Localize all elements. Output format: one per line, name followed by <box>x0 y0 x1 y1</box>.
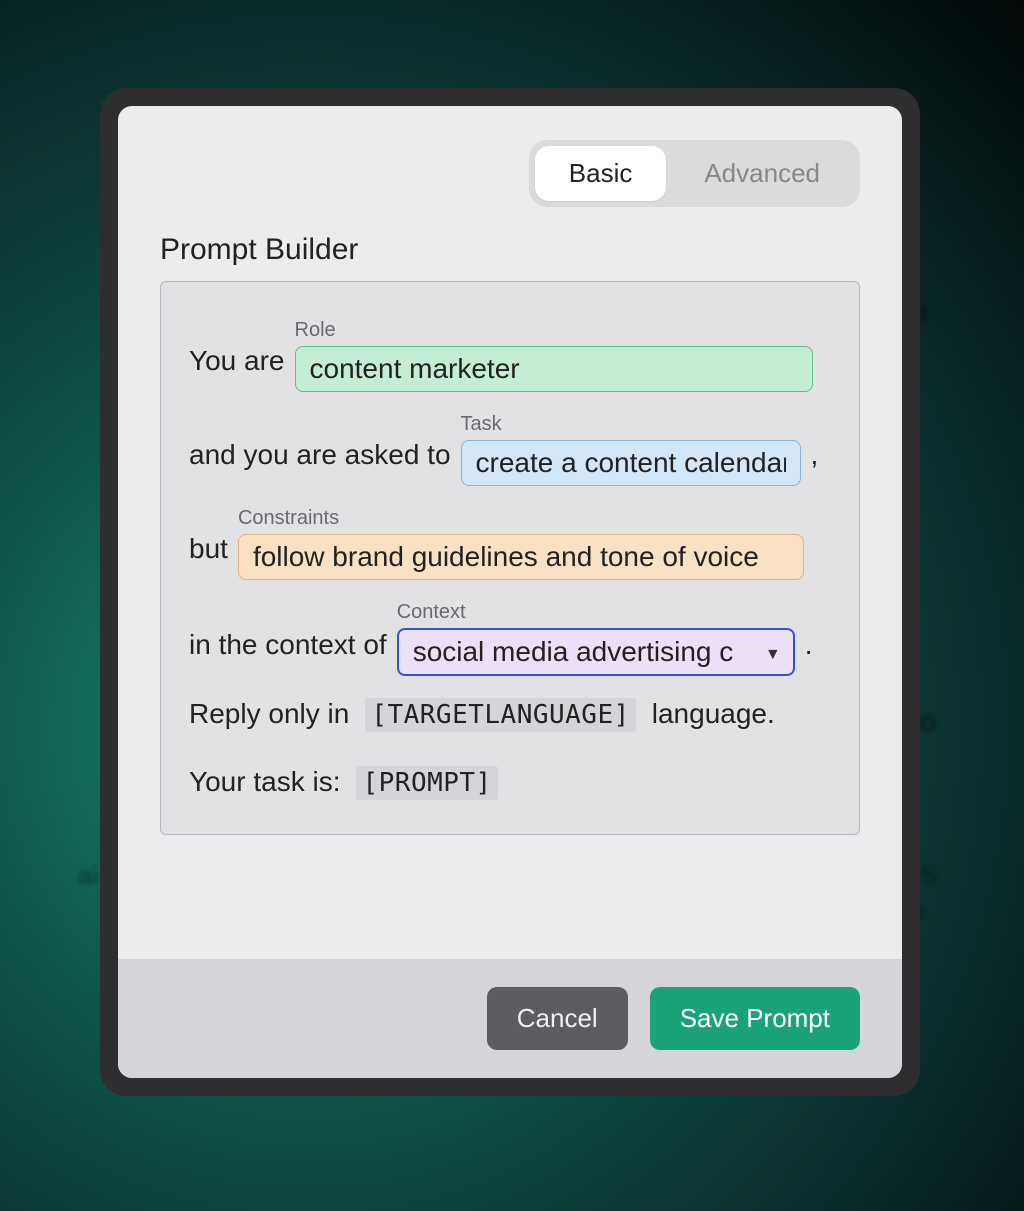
task-field-wrap: Task <box>461 414 801 486</box>
cancel-button[interactable]: Cancel <box>487 987 628 1050</box>
role-label: Role <box>295 320 813 340</box>
task-line: and you are asked to Task , <box>189 414 831 486</box>
target-language-token: [TARGETLANGUAGE] <box>365 698 635 732</box>
builder-panel: You are Role and you are asked to Task <box>160 281 860 835</box>
tab-advanced[interactable]: Advanced <box>670 146 854 201</box>
app-backdrop: M no ai e S op 0 Basic Advanced Prompt B… <box>0 0 1024 1211</box>
constraints-label: Constraints <box>238 508 804 528</box>
task-label: Task <box>461 414 801 434</box>
tab-row: Basic Advanced <box>160 140 860 207</box>
modal-frame: Basic Advanced Prompt Builder You are Ro… <box>100 88 920 1096</box>
constraints-line: but Constraints <box>189 508 831 580</box>
modal-body: Basic Advanced Prompt Builder You are Ro… <box>118 106 902 959</box>
text-but: but <box>189 527 228 580</box>
context-input[interactable] <box>397 628 795 676</box>
text-task-is: Your task is: <box>189 766 340 797</box>
text-reply-suffix: language. <box>652 698 775 729</box>
role-input[interactable] <box>295 346 813 392</box>
text-asked-to: and you are asked to <box>189 433 451 486</box>
role-line: You are Role <box>189 320 831 392</box>
text-in-context: in the context of <box>189 623 387 676</box>
tab-basic[interactable]: Basic <box>535 146 667 201</box>
prompt-token: [PROMPT] <box>356 766 497 800</box>
reply-language-line: Reply only in [TARGETLANGUAGE] language. <box>189 698 831 730</box>
section-title: Prompt Builder <box>160 233 860 267</box>
role-field-wrap: Role <box>295 320 813 392</box>
text-you-are: You are <box>189 339 285 392</box>
save-prompt-button[interactable]: Save Prompt <box>650 987 860 1050</box>
task-is-line: Your task is: [PROMPT] <box>189 766 831 798</box>
tab-group: Basic Advanced <box>529 140 860 207</box>
task-input[interactable] <box>461 440 801 486</box>
modal: Basic Advanced Prompt Builder You are Ro… <box>118 106 902 1078</box>
comma: , <box>811 433 819 486</box>
constraints-input[interactable] <box>238 534 804 580</box>
period: . <box>805 623 813 676</box>
constraints-field-wrap: Constraints <box>238 508 804 580</box>
context-line: in the context of Context ▼ . <box>189 602 831 676</box>
context-field-wrap: Context ▼ <box>397 602 795 676</box>
modal-footer: Cancel Save Prompt <box>118 959 902 1078</box>
context-label: Context <box>397 602 795 622</box>
bg-text: ai <box>78 860 98 891</box>
text-reply-prefix: Reply only in <box>189 698 349 729</box>
